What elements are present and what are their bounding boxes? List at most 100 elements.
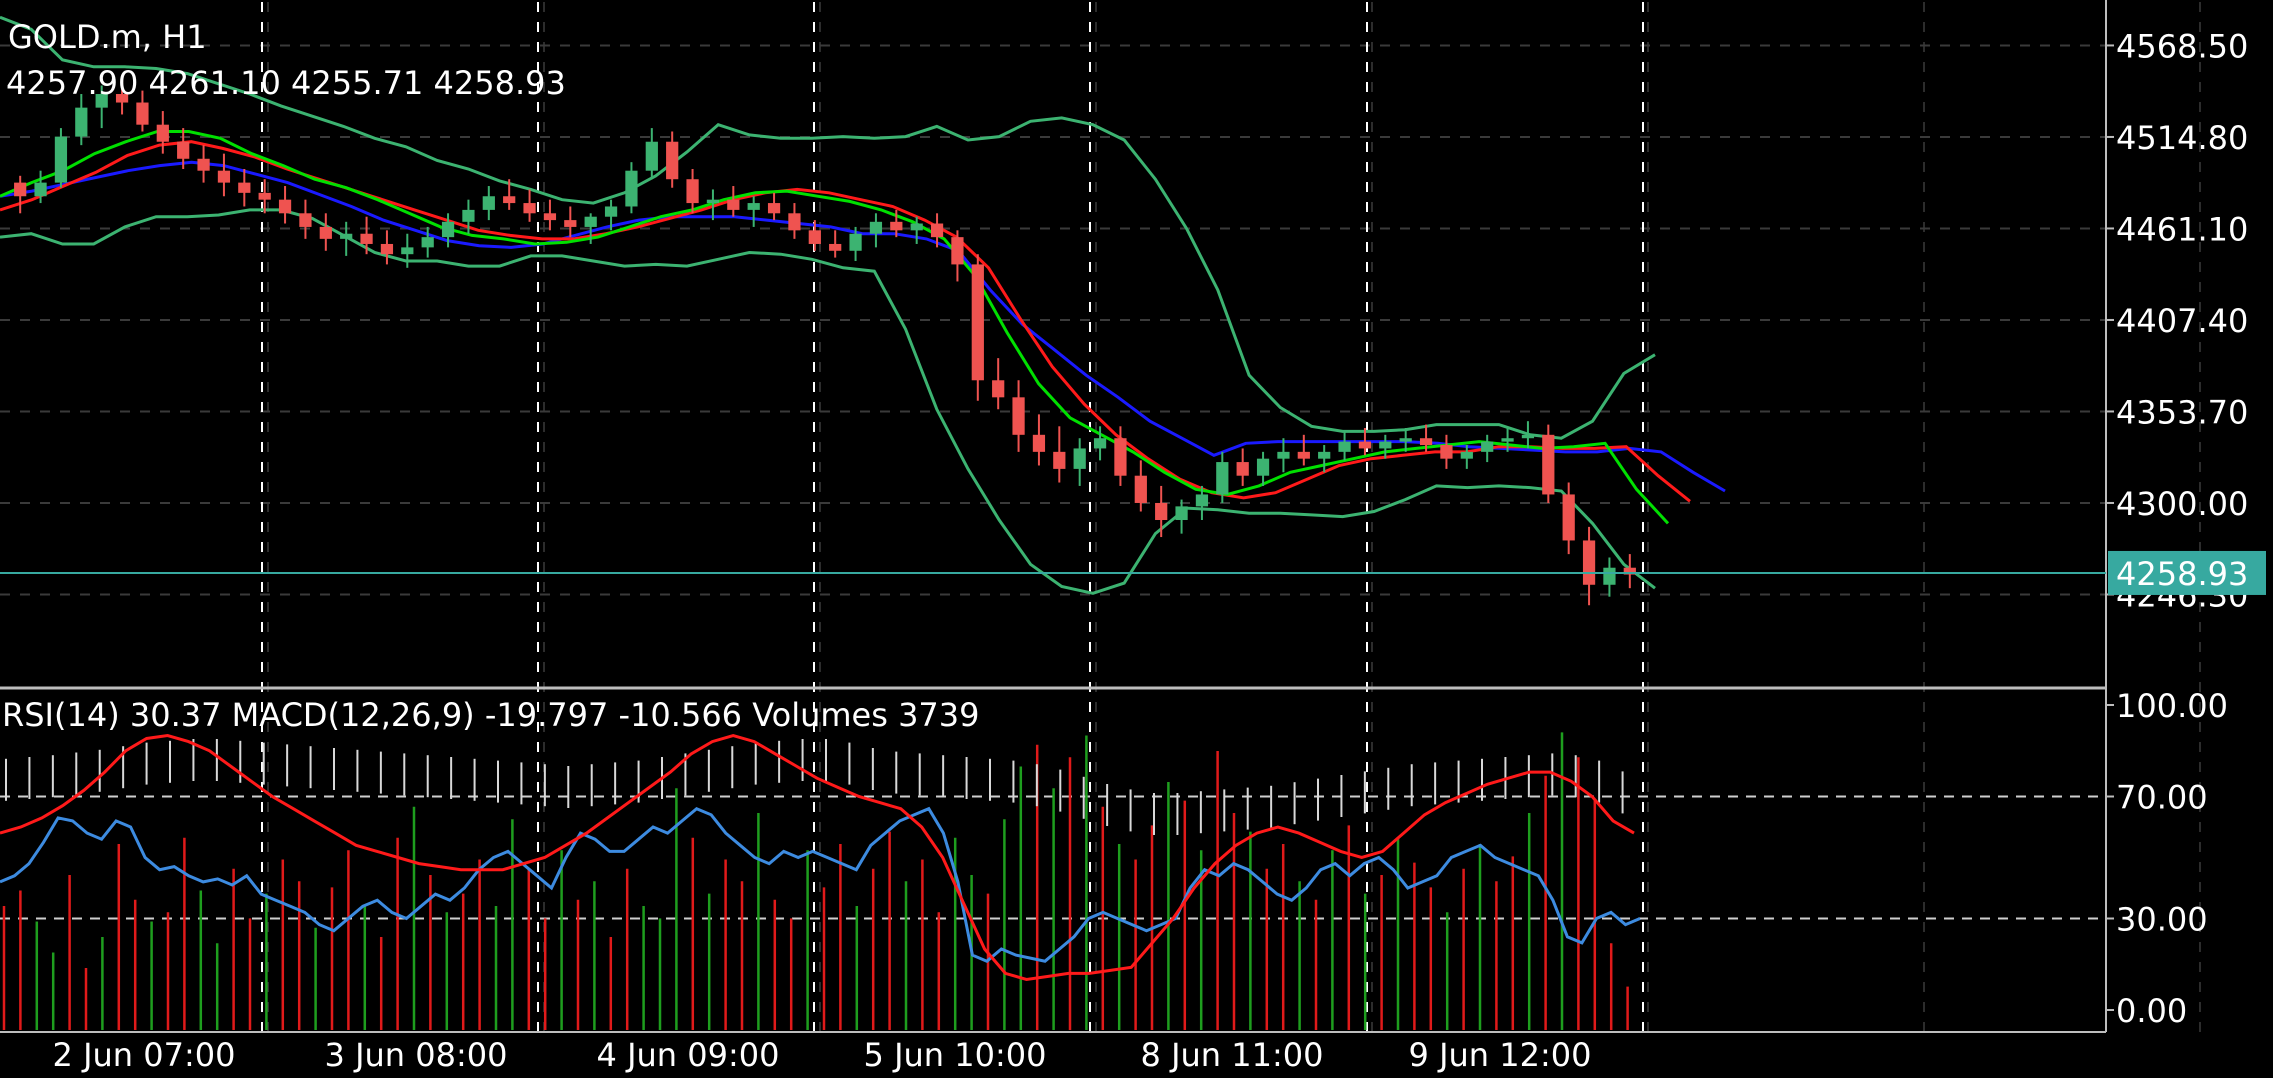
candle-body: [625, 170, 638, 207]
candle-body: [1012, 397, 1025, 435]
candle-body: [1236, 462, 1249, 476]
candle-body: [1399, 438, 1412, 442]
candle-body: [992, 380, 1005, 398]
candle-body: [584, 216, 597, 227]
candle-body: [177, 141, 190, 159]
candle-body: [34, 182, 47, 197]
candle-body: [1562, 494, 1575, 541]
candle-body: [197, 158, 210, 171]
candle: [54, 128, 68, 188]
candle-body: [482, 196, 495, 210]
candle-body: [1053, 451, 1066, 469]
trading-chart: 4568.50 4514.80 4461.10 4407.40 4353.70 4300.…: [0, 0, 2273, 1078]
candle-body: [1419, 438, 1433, 446]
indicator-readout: RSI(14) 30.37 MACD(12,26,9) -19.797 -10.…: [2, 696, 980, 734]
candle-body: [1440, 445, 1453, 459]
candle-body: [1256, 458, 1270, 476]
price-tick-label: 4353.70: [2116, 393, 2248, 431]
candle-body: [1195, 494, 1209, 507]
candle-body: [319, 226, 332, 239]
candle-body: [951, 237, 964, 265]
candle-body: [136, 102, 149, 125]
candle-body: [869, 221, 883, 234]
candle-body: [604, 206, 618, 217]
candle-body: [1338, 441, 1351, 452]
candle: [1542, 424, 1555, 503]
candle-body: [706, 199, 720, 204]
osc-tick-label: 0.00: [2116, 992, 2187, 1030]
price-tick-label: 4407.40: [2116, 302, 2248, 340]
osc-tick-label: 70.00: [2116, 779, 2208, 817]
candle-body: [564, 220, 577, 227]
candle-body: [1318, 451, 1331, 459]
candle-body: [54, 136, 68, 183]
candle-body: [1032, 434, 1046, 452]
candle-body: [645, 141, 658, 171]
candle-body: [767, 203, 781, 214]
candle-body: [380, 243, 394, 255]
candle-body: [930, 223, 944, 238]
time-tick-label: 4 Jun 09:00: [597, 1036, 780, 1074]
candle-body: [1379, 441, 1392, 449]
candle-body: [1297, 451, 1310, 459]
price-tick-label: 4461.10: [2116, 210, 2248, 248]
candle-body: [75, 107, 88, 137]
candle-body: [1542, 434, 1555, 495]
candle-body: [1501, 438, 1514, 442]
time-tick-label: 9 Jun 12:00: [1409, 1036, 1592, 1074]
candle-body: [1521, 434, 1535, 439]
candle-body: [401, 247, 414, 255]
candle-body: [910, 223, 923, 231]
candle-body: [1114, 438, 1127, 476]
candle-body: [503, 196, 516, 204]
osc-tick-label: 100.00: [2116, 687, 2228, 725]
candle-body: [278, 199, 292, 214]
candle-body: [727, 199, 740, 210]
candle-body: [156, 124, 169, 142]
time-tick-label: 2 Jun 07:00: [53, 1036, 236, 1074]
symbol-title: GOLD.m, H1: [8, 18, 207, 56]
candle: [971, 254, 984, 401]
candle-body: [217, 170, 231, 183]
candle-body: [1277, 451, 1290, 459]
time-tick-label: 5 Jun 10:00: [864, 1036, 1047, 1074]
current-price-badge: 4258.93: [2108, 550, 2266, 595]
candle-body: [462, 209, 475, 222]
candle-body: [1216, 462, 1229, 495]
candle-body: [1582, 540, 1596, 585]
candle-body: [1155, 502, 1168, 521]
candle-body: [1093, 438, 1107, 449]
candle-body: [747, 203, 760, 210]
candle-body: [686, 179, 699, 204]
candle-body: [1175, 506, 1188, 521]
candle-body: [1358, 441, 1372, 449]
candle-body: [523, 203, 536, 214]
candle-body: [808, 230, 821, 244]
candle-body: [971, 264, 984, 381]
candle-body: [1134, 475, 1147, 503]
candle-body: [14, 182, 27, 197]
candle-body: [1073, 448, 1086, 469]
candle-body: [788, 213, 801, 231]
current-price-label: 4258.93: [2116, 555, 2248, 593]
price-tick-label: 4568.50: [2116, 27, 2248, 65]
price-tick-label: 4300.00: [2116, 485, 2248, 523]
time-tick-label: 8 Jun 11:00: [1141, 1036, 1324, 1074]
time-tick-label: 3 Jun 08:00: [325, 1036, 508, 1074]
candle-body: [421, 237, 434, 248]
candle-body: [1603, 567, 1616, 585]
candle-body: [849, 233, 862, 251]
candle-body: [360, 233, 373, 244]
candle-body: [238, 182, 251, 193]
candle-body: [1481, 441, 1494, 452]
osc-tick-label: 30.00: [2116, 901, 2208, 939]
candle-body: [299, 213, 312, 227]
candle-body: [666, 141, 679, 180]
candle-body: [441, 221, 455, 238]
candle-body: [1460, 451, 1473, 459]
candle-body: [258, 192, 271, 200]
candle-body: [543, 213, 557, 221]
ohlc-readout: 4257.90 4261.10 4255.71 4258.93: [6, 64, 566, 102]
candle-body: [829, 243, 842, 251]
candle-body: [890, 221, 903, 231]
